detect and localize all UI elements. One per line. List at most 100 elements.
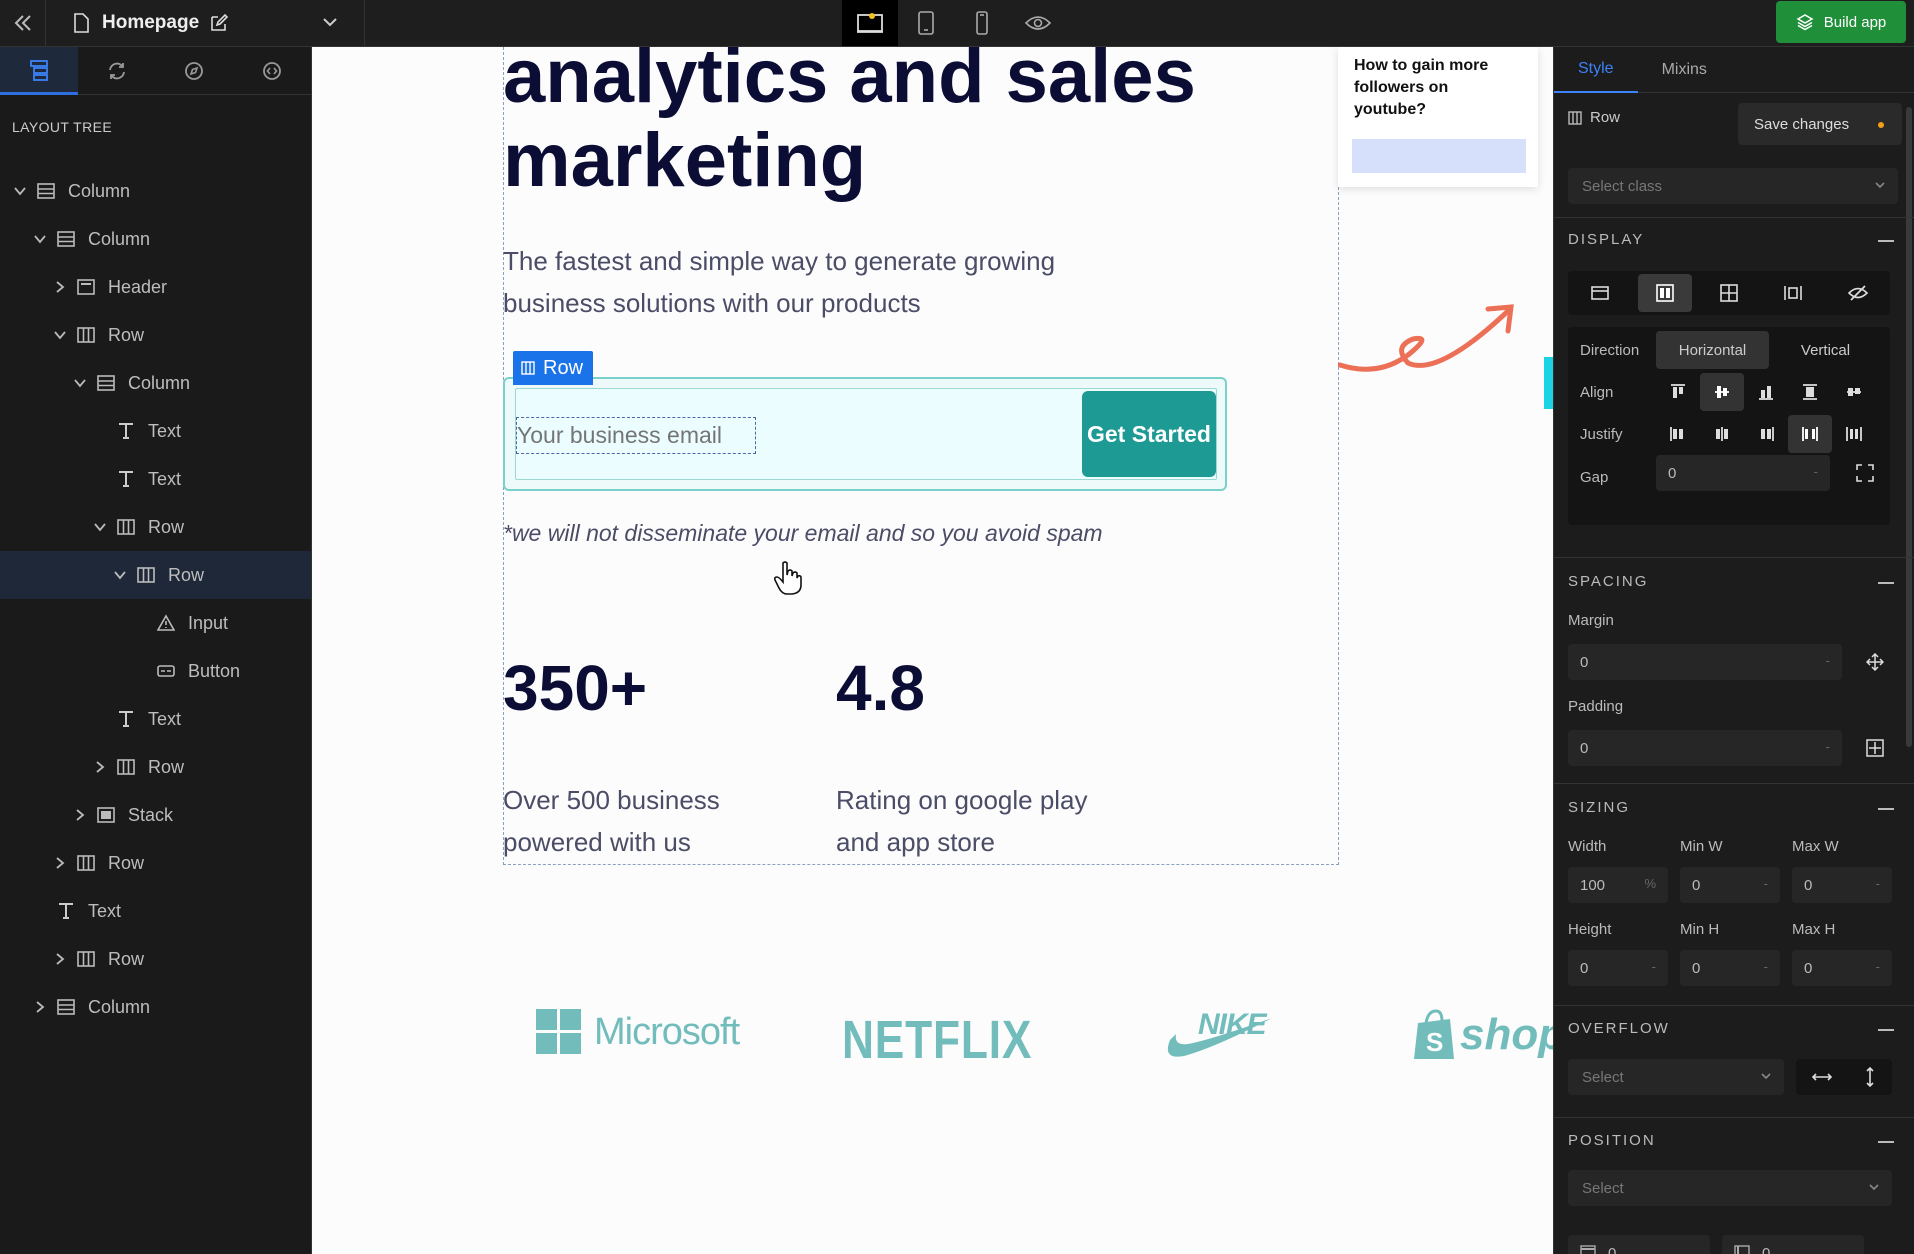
direction-horizontal-button[interactable]: Horizontal	[1656, 331, 1769, 369]
hero-subtitle[interactable]: The fastest and simple way to generate g…	[503, 240, 1143, 324]
chevron-down-icon[interactable]	[32, 231, 48, 247]
chevron-right-icon[interactable]	[32, 999, 48, 1015]
page-selector[interactable]: Homepage	[60, 0, 365, 46]
position-select[interactable]: Select	[1568, 1170, 1892, 1206]
position-left-input[interactable]: 0	[1722, 1235, 1864, 1254]
tree-item-text[interactable]: Text	[0, 455, 311, 503]
tree-item-text[interactable]: Text	[0, 407, 311, 455]
tab-sync[interactable]	[78, 47, 156, 95]
justify-center-button[interactable]	[1700, 415, 1744, 453]
tree-item-row[interactable]: Row	[0, 551, 311, 599]
build-app-button[interactable]: Build app	[1776, 1, 1906, 43]
display-none-button[interactable]	[1831, 274, 1885, 312]
tree-item-row[interactable]: Row	[0, 935, 311, 983]
tab-mixins[interactable]: Mixins	[1638, 47, 1731, 93]
collapse-display-icon[interactable]	[1878, 240, 1894, 242]
overflow-select[interactable]: Select	[1568, 1059, 1784, 1095]
chevron-down-icon[interactable]	[52, 327, 68, 343]
align-start-button[interactable]	[1656, 373, 1700, 411]
collapse-sizing-icon[interactable]	[1878, 808, 1894, 810]
display-block-button[interactable]	[1573, 274, 1627, 312]
tree-item-column[interactable]: Column	[0, 983, 311, 1031]
max-height-input[interactable]: 0 -	[1792, 950, 1892, 986]
chevron-right-icon[interactable]	[52, 279, 68, 295]
tree-item-column[interactable]: Column	[0, 167, 311, 215]
justify-start-button[interactable]	[1656, 415, 1700, 453]
save-changes-button[interactable]: Save changes	[1738, 103, 1902, 145]
width-input[interactable]: 100 %	[1568, 867, 1668, 903]
chevron-right-icon[interactable]	[52, 951, 68, 967]
vertical-arrows-icon[interactable]	[1864, 1067, 1876, 1087]
min-height-input[interactable]: 0 -	[1680, 950, 1780, 986]
tree-item-column[interactable]: Column	[0, 359, 311, 407]
stat-desc-1[interactable]: Over 500 business powered with us	[503, 779, 803, 863]
align-baseline-button[interactable]	[1832, 373, 1876, 411]
chevron-right-icon[interactable]	[52, 855, 68, 871]
tree-item-column[interactable]: Column	[0, 215, 311, 263]
tree-item-button[interactable]: Button	[0, 647, 311, 695]
chevron-down-icon[interactable]	[112, 567, 128, 583]
email-input[interactable]	[516, 417, 756, 454]
justify-end-button[interactable]	[1744, 415, 1788, 453]
collapse-spacing-icon[interactable]	[1878, 582, 1894, 584]
display-grid-button[interactable]	[1702, 274, 1756, 312]
tab-navigation[interactable]	[156, 47, 234, 95]
stat-value-1[interactable]: 350+	[503, 651, 647, 725]
tab-code[interactable]	[233, 47, 311, 95]
tree-item-text[interactable]: Text	[0, 887, 311, 935]
tablet-view-button[interactable]	[898, 0, 954, 46]
chevron-down-icon[interactable]	[72, 375, 88, 391]
display-flex-button[interactable]	[1637, 274, 1692, 312]
padding-input[interactable]: 0 -	[1568, 730, 1842, 766]
tree-item-row[interactable]: Row	[0, 311, 311, 359]
desktop-view-button[interactable]	[842, 0, 898, 46]
min-width-input[interactable]: 0 -	[1680, 867, 1780, 903]
gap-input[interactable]: 0 -	[1656, 455, 1830, 491]
height-input[interactable]: 0 -	[1568, 950, 1668, 986]
stat-desc-2[interactable]: Rating on google play and app store	[836, 779, 1136, 863]
promo-card[interactable]: How to gain more followers on youtube?	[1338, 47, 1538, 187]
panel-scrollbar[interactable]	[1906, 107, 1912, 747]
justify-between-button[interactable]	[1788, 415, 1832, 453]
gap-link-button[interactable]	[1850, 458, 1880, 488]
tree-item-header[interactable]: Header	[0, 263, 311, 311]
tree-item-row[interactable]: Row	[0, 503, 311, 551]
mobile-view-button[interactable]	[954, 0, 1010, 46]
get-started-button[interactable]: Get Started	[1082, 391, 1216, 477]
margin-expand-button[interactable]	[1860, 647, 1890, 677]
tree-item-row[interactable]: Row	[0, 743, 311, 791]
horizontal-arrows-icon[interactable]	[1812, 1071, 1832, 1083]
design-canvas[interactable]: analytics and sales marketing The fastes…	[312, 47, 1553, 1254]
row-selection-badge[interactable]: Row	[513, 351, 594, 385]
direction-vertical-button[interactable]: Vertical	[1769, 331, 1882, 369]
padding-expand-button[interactable]	[1860, 733, 1890, 763]
tab-layout-tree[interactable]	[0, 47, 78, 95]
edit-icon[interactable]	[209, 13, 229, 33]
hero-title[interactable]: analytics and sales marketing	[503, 47, 1196, 203]
select-class-dropdown[interactable]: Select class	[1568, 168, 1898, 204]
display-inline-button[interactable]	[1766, 274, 1820, 312]
email-form-row[interactable]: Get Started	[503, 377, 1227, 491]
chevron-down-icon[interactable]	[92, 519, 108, 535]
align-stretch-button[interactable]	[1788, 373, 1832, 411]
tree-item-input[interactable]: Input	[0, 599, 311, 647]
collapse-position-icon[interactable]	[1878, 1141, 1894, 1143]
tree-item-text[interactable]: Text	[0, 695, 311, 743]
max-width-input[interactable]: 0 -	[1792, 867, 1892, 903]
collapse-panel-button[interactable]	[0, 0, 46, 46]
margin-input[interactable]: 0 -	[1568, 644, 1842, 680]
tree-item-stack[interactable]: Stack	[0, 791, 311, 839]
spam-note[interactable]: *we will not disseminate your email and …	[503, 520, 1103, 547]
align-end-button[interactable]	[1744, 373, 1788, 411]
collapse-overflow-icon[interactable]	[1878, 1029, 1894, 1031]
align-center-button[interactable]	[1700, 373, 1744, 411]
stat-value-2[interactable]: 4.8	[836, 651, 925, 725]
chevron-down-icon[interactable]	[12, 183, 28, 199]
chevron-right-icon[interactable]	[92, 759, 108, 775]
chevron-right-icon[interactable]	[72, 807, 88, 823]
tab-style[interactable]: Style	[1554, 47, 1638, 93]
preview-button[interactable]	[1010, 0, 1066, 46]
email-form-inner-row[interactable]: Get Started	[515, 388, 1217, 480]
justify-around-button[interactable]	[1832, 415, 1876, 453]
chevron-down-icon[interactable]	[322, 14, 338, 30]
